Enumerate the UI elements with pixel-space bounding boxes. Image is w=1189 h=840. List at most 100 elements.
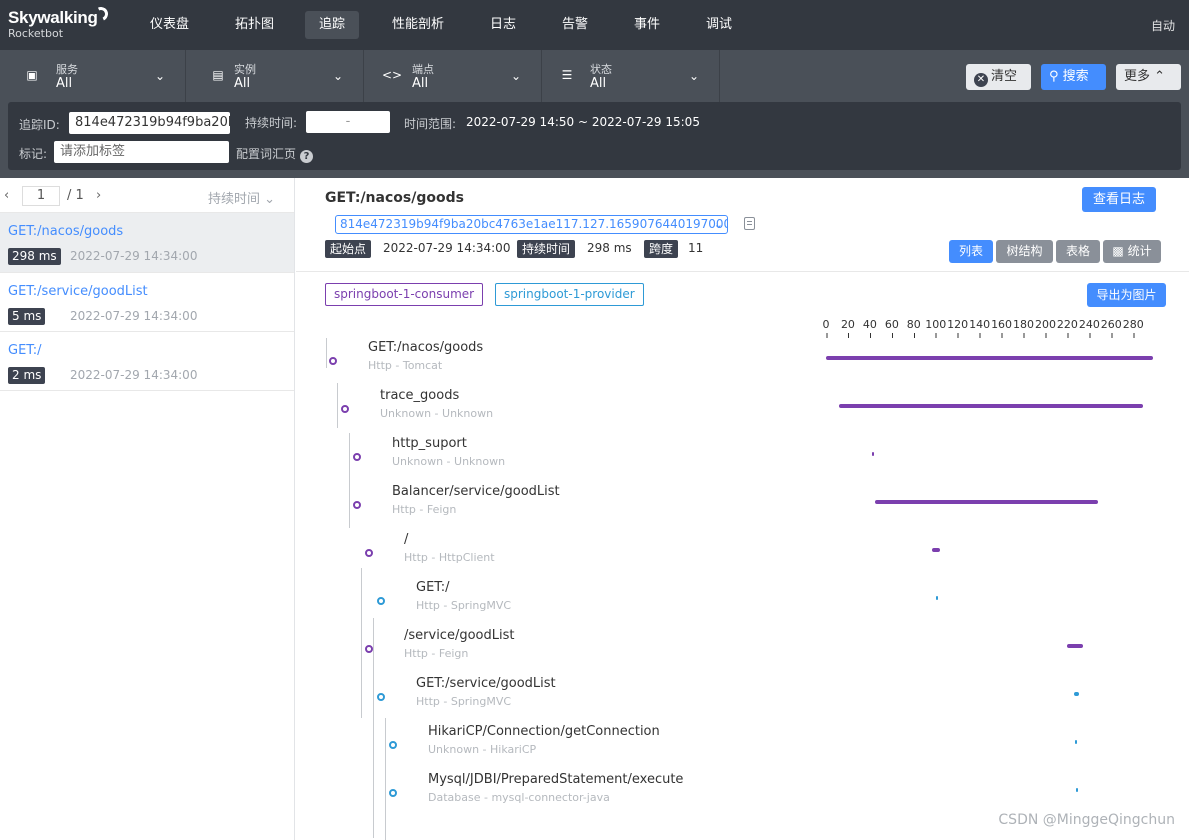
duration-input[interactable]: - — [306, 111, 390, 133]
clear-icon: ✕ — [974, 73, 988, 87]
span-row[interactable]: HikariCP/Connection/getConnection Unknown… — [296, 724, 1189, 772]
chevron-down-icon: ⌄ — [154, 69, 165, 83]
tag-input[interactable]: 请添加标签 — [54, 141, 229, 163]
service-legend-consumer[interactable]: springboot-1-consumer — [325, 283, 484, 306]
span-node-dot — [353, 501, 361, 509]
span-row[interactable]: GET:/nacos/goods Http - Tomcat — [296, 340, 1189, 388]
duration-value: 298 ms — [587, 241, 632, 255]
service-legend-provider[interactable]: springboot-1-provider — [495, 283, 644, 306]
span-node-dot — [377, 693, 385, 701]
span-name: GET:/nacos/goods — [368, 340, 484, 355]
instance-filter[interactable]: ▤ 实例 All ⌄ — [186, 50, 364, 102]
span-row[interactable]: GET:/service/goodList Http - SpringMVC — [296, 676, 1189, 724]
span-duration-bar — [826, 356, 1153, 360]
next-page-icon[interactable]: › — [96, 188, 101, 203]
span-duration-bar — [875, 500, 1099, 504]
copy-icon[interactable] — [744, 217, 755, 230]
nav-topology[interactable]: 拓扑图 — [221, 11, 288, 39]
nav-dashboard[interactable]: 仪表盘 — [136, 11, 203, 39]
span-node-dot — [365, 549, 373, 557]
view-logs-button[interactable]: 查看日志 — [1082, 187, 1156, 212]
vocab-link-label: 配置词汇页 — [236, 147, 297, 161]
search-conditions-panel: 追踪ID: 814e472319b94f9ba20bc4763e1ae117.1… — [8, 102, 1181, 170]
time-axis-tick: 200 — [1034, 318, 1056, 338]
span-node-dot — [329, 357, 337, 365]
sort-select[interactable]: 持续时间 ⌄ — [208, 188, 275, 207]
span-component: Http - Tomcat — [368, 359, 443, 372]
span-row[interactable]: /service/goodList Http - Feign — [296, 628, 1189, 676]
prev-page-icon[interactable]: ‹ — [4, 188, 9, 203]
spans-tag: 跨度 — [644, 240, 679, 258]
trace-list-item[interactable]: GET:/service/goodList 5 ms 2022-07-29 14… — [0, 272, 294, 332]
span-duration-bar — [935, 596, 938, 600]
nav-trace[interactable]: 追踪 — [305, 11, 360, 39]
clear-button[interactable]: ✕ 清空 — [966, 64, 1031, 90]
service-filter[interactable]: ▣ 服务 All ⌄ — [0, 50, 186, 102]
span-row[interactable]: GET:/ Http - SpringMVC — [296, 580, 1189, 628]
view-table-button[interactable]: 表格 — [1056, 240, 1100, 263]
span-component: Http - SpringMVC — [416, 599, 512, 612]
server-icon: ▤ — [212, 68, 224, 82]
search-icon: ⚲ — [1049, 69, 1063, 84]
span-component: Unknown - Unknown — [380, 407, 494, 420]
span-duration-bar — [839, 404, 1144, 408]
span-row[interactable]: trace_goods Unknown - Unknown — [296, 388, 1189, 436]
export-image-button[interactable]: 导出为图片 — [1087, 283, 1166, 307]
service-filter-value: All — [56, 76, 73, 91]
span-row[interactable]: http_suport Unknown - Unknown — [296, 436, 1189, 484]
brand-title: Skywalking — [8, 8, 98, 27]
trace-endpoint: GET:/nacos/goods — [8, 224, 124, 239]
time-axis-tick: 100 — [925, 318, 947, 338]
logo[interactable]: Skywalking Rocketbot — [8, 5, 110, 39]
vocab-link[interactable]: 配置词汇页? — [236, 145, 314, 163]
trace-list-item[interactable]: GET:/nacos/goods 298 ms 2022-07-29 14:34… — [0, 212, 294, 272]
trace-endpoint: GET:/service/goodList — [8, 284, 148, 299]
trace-id-label: 追踪ID: — [19, 118, 60, 132]
span-component: Http - SpringMVC — [416, 695, 512, 708]
start-value: 2022-07-29 14:34:00 — [383, 241, 511, 255]
nav-debug[interactable]: 调试 — [692, 11, 746, 39]
endpoint-filter[interactable]: <> 端点 All ⌄ — [364, 50, 542, 102]
span-duration-bar — [1073, 692, 1080, 696]
instance-filter-label: 实例 — [234, 63, 256, 76]
sort-select-label: 持续时间 — [208, 192, 261, 207]
database-icon: ☰ — [561, 68, 573, 82]
trace-detail-panel: GET:/nacos/goods 查看日志 814e472319b94f9ba2… — [296, 178, 1189, 840]
bar-chart-icon: ▩ — [1112, 244, 1128, 258]
time-range-value[interactable]: 2022-07-29 14:50 ~ 2022-07-29 15:05 — [466, 115, 700, 129]
watermark: CSDN @MinggeQingchun — [998, 812, 1175, 828]
span-row[interactable]: Balancer/service/goodList Http - Feign — [296, 484, 1189, 532]
endpoint-filter-label: 端点 — [412, 63, 434, 76]
trace-duration-badge: 5 ms — [8, 308, 46, 325]
nav-logs[interactable]: 日志 — [476, 11, 530, 39]
trace-time: 2022-07-29 14:34:00 — [70, 368, 198, 382]
chevron-down-icon: ⌄ — [713, 218, 723, 231]
nav-events[interactable]: 事件 — [620, 11, 674, 39]
trace-id-input[interactable]: 814e472319b94f9ba20bc4763e1ae117.127.165… — [69, 112, 230, 134]
more-button[interactable]: 更多 ⌃ — [1116, 64, 1181, 90]
trace-id-select[interactable]: 814e472319b94f9ba20bc4763e1ae117.127.165… — [335, 215, 728, 234]
filter-toolbar: ▣ 服务 All ⌄ ▤ 实例 All ⌄ <> 端点 All ⌄ ☰ 状态 A… — [0, 50, 1189, 178]
span-component: Http - Feign — [392, 503, 457, 516]
span-name: Mysql/JDBI/PreparedStatement/execute — [428, 772, 684, 787]
chevron-down-icon: ⌄ — [332, 69, 343, 83]
span-name: Balancer/service/goodList — [392, 484, 560, 499]
view-list-button[interactable]: 列表 — [949, 240, 993, 263]
nav-alarm[interactable]: 告警 — [548, 11, 602, 39]
status-filter[interactable]: ☰ 状态 All ⌄ — [542, 50, 720, 102]
span-node-dot — [389, 789, 397, 797]
view-tree-button[interactable]: 树结构 — [996, 240, 1053, 263]
cube-icon: ▣ — [26, 68, 38, 82]
auto-refresh-toggle[interactable]: 自动 — [1151, 17, 1175, 34]
span-row[interactable]: / Http - HttpClient — [296, 532, 1189, 580]
chevron-up-icon: ⌃ — [1150, 69, 1166, 84]
time-axis-tick: 180 — [1013, 318, 1035, 338]
span-duration-bar — [872, 452, 875, 456]
page-number-input[interactable]: 1 — [22, 186, 60, 206]
search-button[interactable]: ⚲ 搜索 — [1041, 64, 1106, 90]
view-stats-button[interactable]: ▩ 统计 — [1103, 240, 1161, 263]
trace-time: 2022-07-29 14:34:00 — [70, 309, 198, 323]
trace-list-item[interactable]: GET:/ 2 ms 2022-07-29 14:34:00 — [0, 331, 294, 391]
status-filter-value: All — [590, 76, 607, 91]
nav-profiling[interactable]: 性能剖析 — [378, 11, 458, 39]
